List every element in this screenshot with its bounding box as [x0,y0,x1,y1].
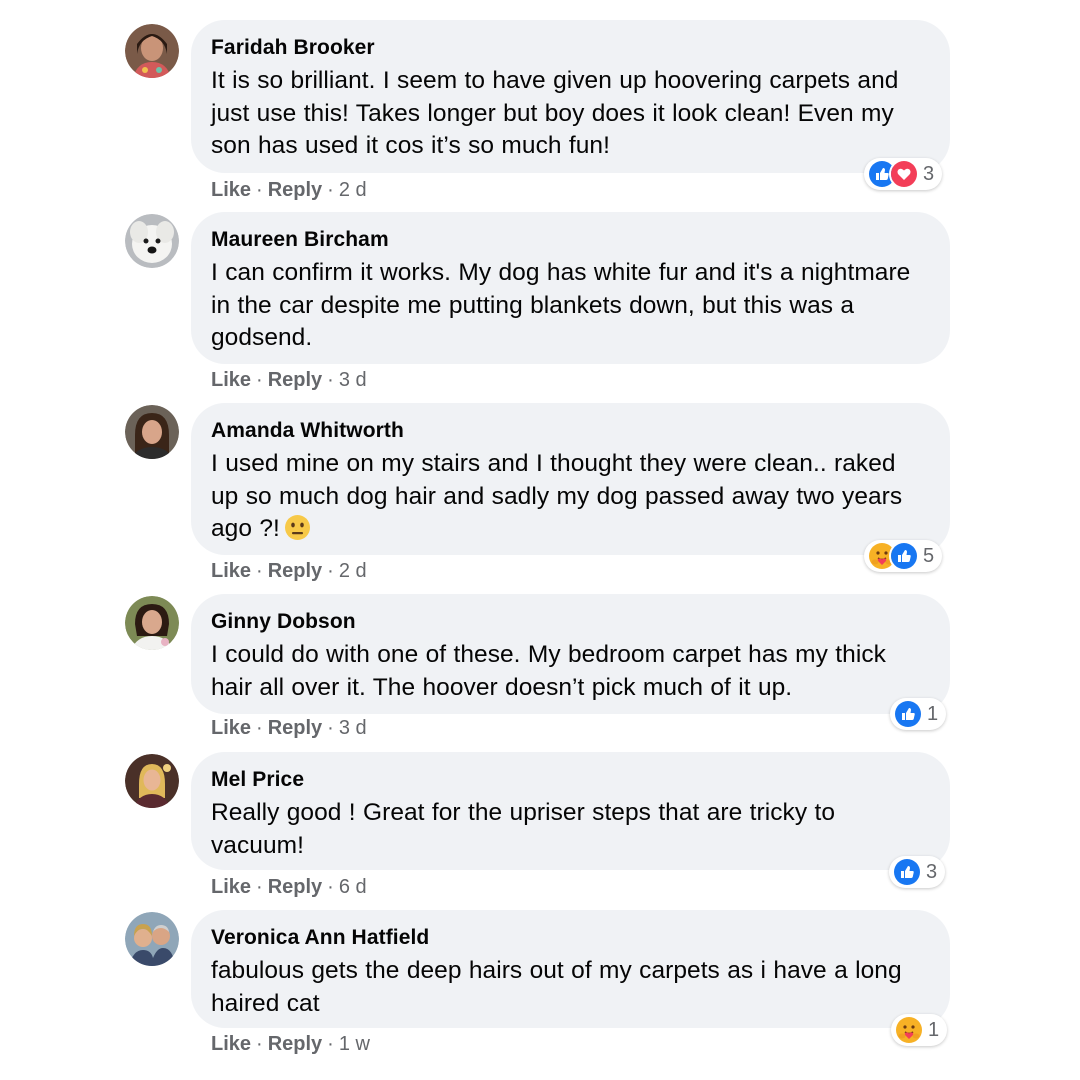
comment-actions: Like · Reply · 2 d [211,560,367,582]
avatar[interactable] [125,912,179,966]
comment-text: Really good ! Great for the upriser step… [211,799,836,859]
reply-button[interactable]: Reply [268,717,322,739]
comment-actions: Like · Reply · 6 d [211,876,367,898]
comment-bubble: Veronica Ann Hatfield fabulous gets the … [191,910,950,1028]
like-button[interactable]: Like [211,369,251,391]
avatar[interactable] [125,24,179,78]
reaction-summary[interactable]: 1 [891,1014,948,1046]
neutral-face-emoji [284,514,311,541]
like-button[interactable]: Like [211,1033,251,1055]
reply-button[interactable]: Reply [268,560,322,582]
comment-actions: Like · Reply · 3 d [211,717,367,739]
reaction-count: 3 [923,163,935,185]
comment-time[interactable]: 2 d [339,179,367,201]
comment-text: It is so brilliant. I seem to have given… [211,67,899,159]
comment-bubble: Faridah Brooker It is so brilliant. I se… [191,20,950,173]
comment-time[interactable]: 6 d [339,876,367,898]
like-button[interactable]: Like [211,179,251,201]
comment-author[interactable]: Mel Price [211,767,926,792]
love-icon [889,159,919,189]
reply-button[interactable]: Reply [268,1033,322,1055]
reaction-count: 1 [928,1019,940,1041]
avatar[interactable] [125,754,179,808]
reaction-count: 5 [923,545,935,567]
reaction-summary[interactable]: 5 [864,540,943,572]
comment-author[interactable]: Ginny Dobson [211,609,926,634]
comment-bubble: Mel Price Really good ! Great for the up… [191,752,950,870]
comment-text: I can confirm it works. My dog has white… [211,259,911,351]
like-icon [892,857,922,887]
like-button[interactable]: Like [211,560,251,582]
reaction-count: 1 [927,703,939,725]
comment-author[interactable]: Veronica Ann Hatfield [211,925,926,950]
comment-text: fabulous gets the deep hairs out of my c… [211,957,902,1017]
comment-bubble: Ginny Dobson I could do with one of thes… [191,594,950,714]
avatar[interactable] [125,214,179,268]
comment-time[interactable]: 3 d [339,717,367,739]
comment-actions: Like · Reply · 2 d [211,179,367,201]
reply-button[interactable]: Reply [268,876,322,898]
avatar[interactable] [125,596,179,650]
comment-bubble: Maureen Bircham I can confirm it works. … [191,212,950,364]
reaction-summary[interactable]: 3 [864,158,943,190]
comment-text: I could do with one of these. My bedroom… [211,641,886,701]
like-button[interactable]: Like [211,876,251,898]
comment-thread: Faridah Brooker It is so brilliant. I se… [0,0,1080,1080]
reply-button[interactable]: Reply [268,179,322,201]
comment-time[interactable]: 2 d [339,560,367,582]
comment-time[interactable]: 3 d [339,369,367,391]
comment-author[interactable]: Faridah Brooker [211,35,926,60]
reaction-summary[interactable]: 3 [889,856,946,888]
comment-author[interactable]: Maureen Bircham [211,227,926,252]
like-button[interactable]: Like [211,717,251,739]
reaction-summary[interactable]: 1 [890,698,947,730]
comment-time[interactable]: 1 w [339,1033,370,1055]
like-icon [889,541,919,571]
comment-actions: Like · Reply · 1 w [211,1033,370,1055]
avatar[interactable] [125,405,179,459]
comment-actions: Like · Reply · 3 d [211,369,367,391]
reaction-count: 3 [926,861,938,883]
comment-bubble: Amanda Whitworth I used mine on my stair… [191,403,950,555]
comment-author[interactable]: Amanda Whitworth [211,418,926,443]
care-icon [894,1015,924,1045]
comment-text: I used mine on my stairs and I thought t… [211,450,903,542]
reply-button[interactable]: Reply [268,369,322,391]
like-icon [893,699,923,729]
